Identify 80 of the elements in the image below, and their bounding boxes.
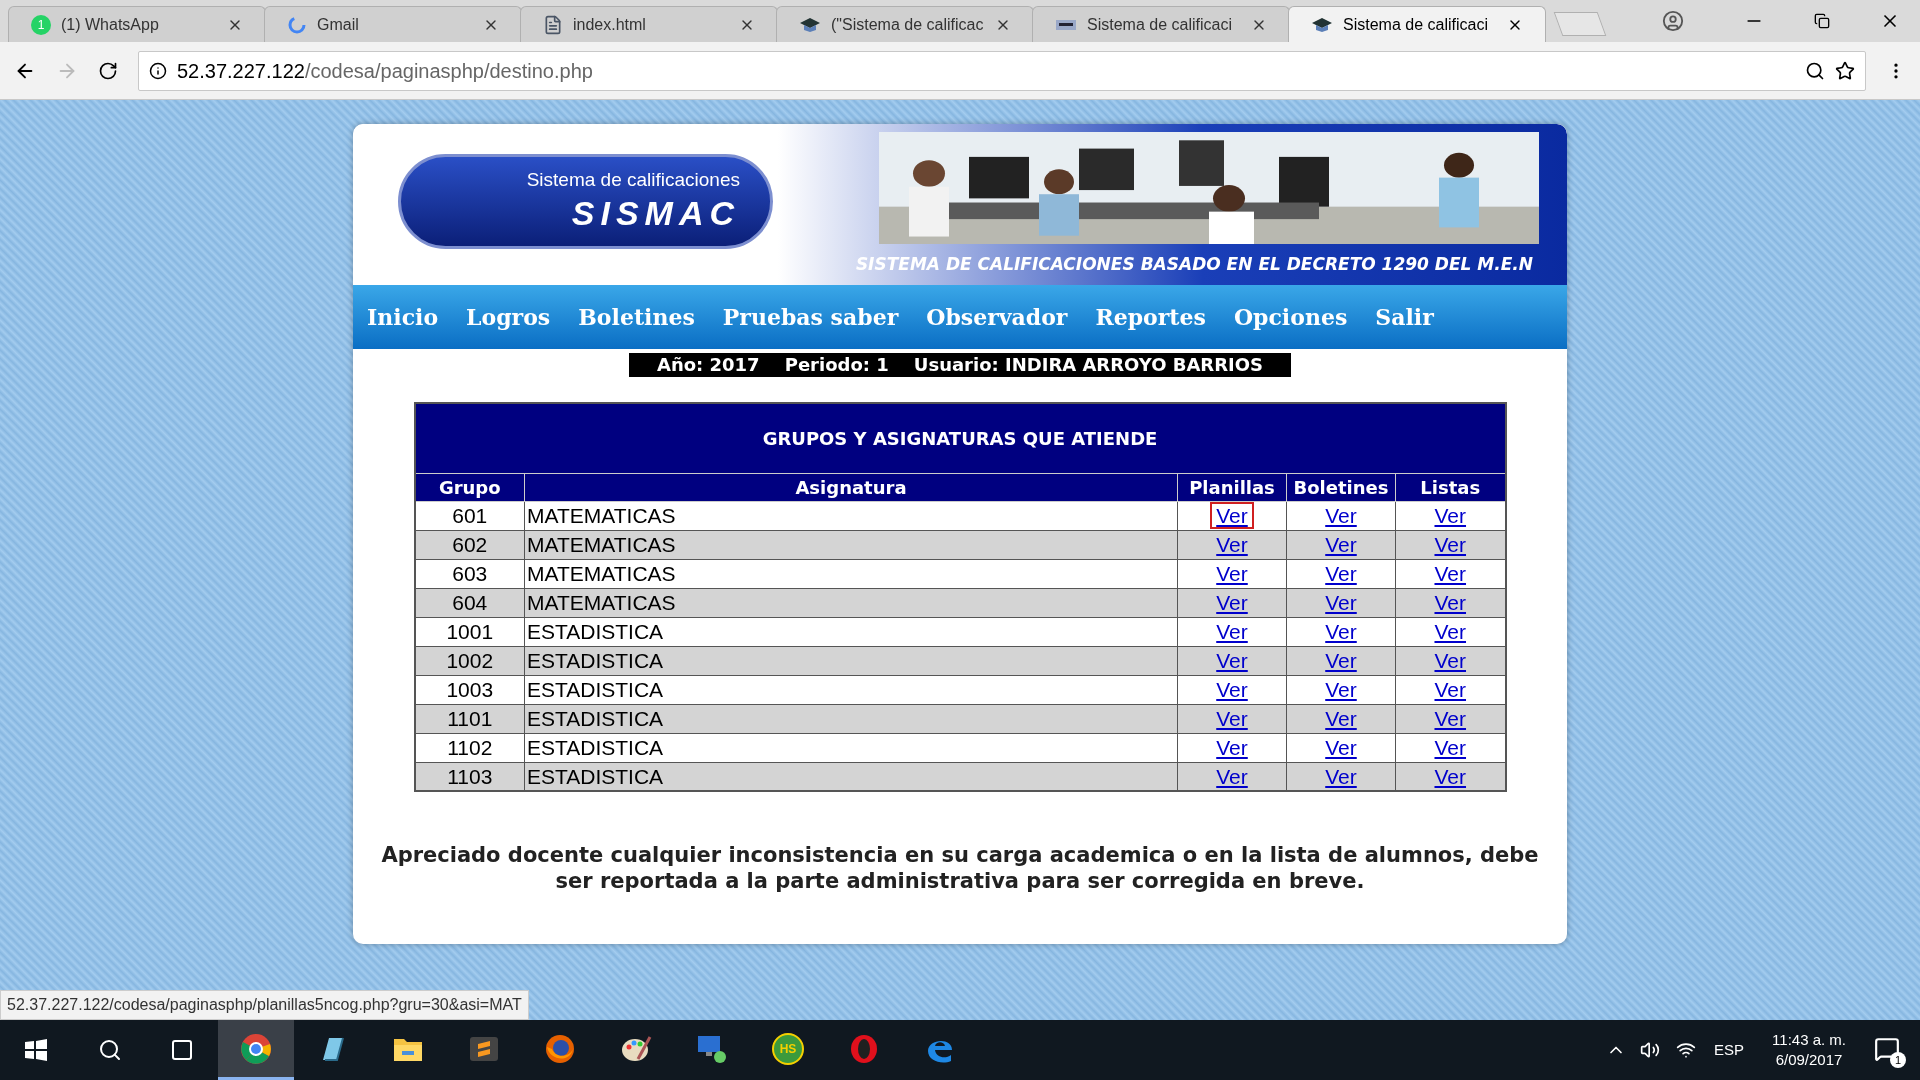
- browser-tab[interactable]: index.html: [520, 6, 778, 42]
- table-cell: 602: [414, 530, 525, 559]
- tab-title: Sistema de calificaci: [1343, 14, 1489, 35]
- file-icon: [543, 14, 563, 35]
- tab-title: Sistema de calificaci: [1087, 14, 1233, 35]
- address-field[interactable]: 52.37.227.122/codesa/paginasphp/destino.php: [138, 50, 1866, 91]
- logo-subtitle: Sistema de calificaciones: [526, 168, 740, 193]
- nav-link[interactable]: Inicio: [367, 300, 439, 334]
- table-cell: 601: [414, 501, 525, 530]
- table-cell: ESTADISTICA: [524, 675, 1178, 704]
- column-header: Listas: [1395, 473, 1506, 501]
- windows-start-icon[interactable]: [24, 1038, 48, 1062]
- language-indicator[interactable]: ESP: [1714, 1038, 1745, 1062]
- reload-icon[interactable]: [98, 60, 118, 81]
- restore-icon[interactable]: [1814, 13, 1830, 29]
- table-cell: 1101: [414, 704, 525, 733]
- table-cell: MATEMATICAS: [524, 588, 1178, 617]
- column-header: Asignatura: [524, 473, 1178, 501]
- opera-icon[interactable]: [848, 1032, 880, 1065]
- browser-tab[interactable]: ("Sistema de calificac: [776, 6, 1034, 42]
- browser-tab[interactable]: Gmail: [264, 6, 522, 42]
- logo-title: SISMAC: [571, 193, 740, 235]
- tab-title: (1) WhatsApp: [61, 14, 160, 35]
- notice-text: Apreciado docente cualquier inconsistencia en su carga academica o en la lista de alumnos, debe ser reportada a la parte administrativa para ser corregida en breve.: [380, 842, 1540, 894]
- taskbar-app[interactable]: [218, 1020, 294, 1080]
- table-cell: ESTADISTICA: [524, 617, 1178, 646]
- info-icon: [149, 61, 167, 80]
- search-icon[interactable]: [98, 1038, 122, 1062]
- table-title: GRUPOS Y ASIGNATURAS QUE ATIENDE: [414, 403, 1506, 473]
- table-cell: ESTADISTICA: [524, 646, 1178, 675]
- tab-title: Gmail: [317, 14, 360, 35]
- date-text: 6/09/2017: [1775, 1050, 1843, 1070]
- nav-link[interactable]: Observador: [926, 300, 1068, 334]
- session-info: Año: 2017 Periodo: 1 Usuario: INDIRA ARROYO BARRIOS: [628, 353, 1292, 377]
- browser-tab[interactable]: Sistema de calificaci: [1032, 6, 1290, 42]
- table-cell: MATEMATICAS: [524, 501, 1178, 530]
- nav-link[interactable]: Reportes: [1095, 300, 1206, 334]
- tab-title: ("Sistema de calificac: [831, 14, 985, 35]
- zoom-icon[interactable]: [1805, 60, 1825, 81]
- table-cell: 1001: [414, 617, 525, 646]
- url-text: 52.37.227.122/codesa/paginasphp/destino.php: [177, 58, 594, 84]
- notification-count: 1: [1890, 1052, 1906, 1068]
- nav-link[interactable]: Boletines: [578, 300, 695, 334]
- column-header: Grupo: [414, 473, 525, 501]
- time-text: 11:43 a. m.: [1772, 1030, 1846, 1050]
- chrome-icon[interactable]: [240, 1032, 272, 1065]
- table-cell: 603: [414, 559, 525, 588]
- task-view-icon[interactable]: [170, 1038, 194, 1062]
- browser-tab[interactable]: Sistema de calificaci: [1288, 6, 1546, 42]
- nav-link[interactable]: Pruebas saber: [722, 300, 899, 334]
- chat-badge-icon: 1: [31, 14, 51, 35]
- nav-link[interactable]: Logros: [466, 300, 551, 334]
- table-cell: MATEMATICAS: [524, 559, 1178, 588]
- graduation-cap-icon: [1311, 15, 1333, 34]
- column-header: Planillas: [1177, 473, 1287, 501]
- bookmark-icon[interactable]: [1835, 60, 1855, 81]
- table-cell: MATEMATICAS: [524, 530, 1178, 559]
- volume-icon[interactable]: [1640, 1040, 1661, 1060]
- clock[interactable]: 11:43 a. m. 6/09/2017: [1772, 1030, 1846, 1070]
- profile-icon[interactable]: [1662, 10, 1684, 32]
- table-cell: ESTADISTICA: [524, 704, 1178, 733]
- nav-link[interactable]: Salir: [1375, 300, 1434, 334]
- column-header: Boletines: [1286, 473, 1396, 501]
- firefox-icon[interactable]: [544, 1032, 576, 1065]
- banner-caption: SISTEMA DE CALIFICACIONES BASADO EN EL DECRETO 1290 DEL M.E.N: [855, 252, 1533, 276]
- table-cell: ESTADISTICA: [524, 733, 1178, 762]
- table-cell: 1102: [414, 733, 525, 762]
- status-url: 52.37.227.122/codesa/paginasphp/planillas5ncog.php?gru=30&asi=MAT: [0, 990, 529, 1020]
- table-cell: 1002: [414, 646, 525, 675]
- graduation-cap-icon: [799, 15, 821, 34]
- wifi-icon[interactable]: [1676, 1040, 1697, 1060]
- nav-link[interactable]: Opciones: [1233, 300, 1348, 334]
- notification-button[interactable]: 1: [1874, 1036, 1902, 1064]
- table-cell: 1003: [414, 675, 525, 704]
- notification-icon: [1874, 1036, 1900, 1062]
- browser-tab[interactable]: 1 (1) WhatsApp: [8, 6, 266, 42]
- table-cell: 604: [414, 588, 525, 617]
- tab-title: index.html: [573, 14, 647, 35]
- view-link[interactable]: Ver: [1210, 502, 1254, 529]
- google-icon: [287, 14, 307, 35]
